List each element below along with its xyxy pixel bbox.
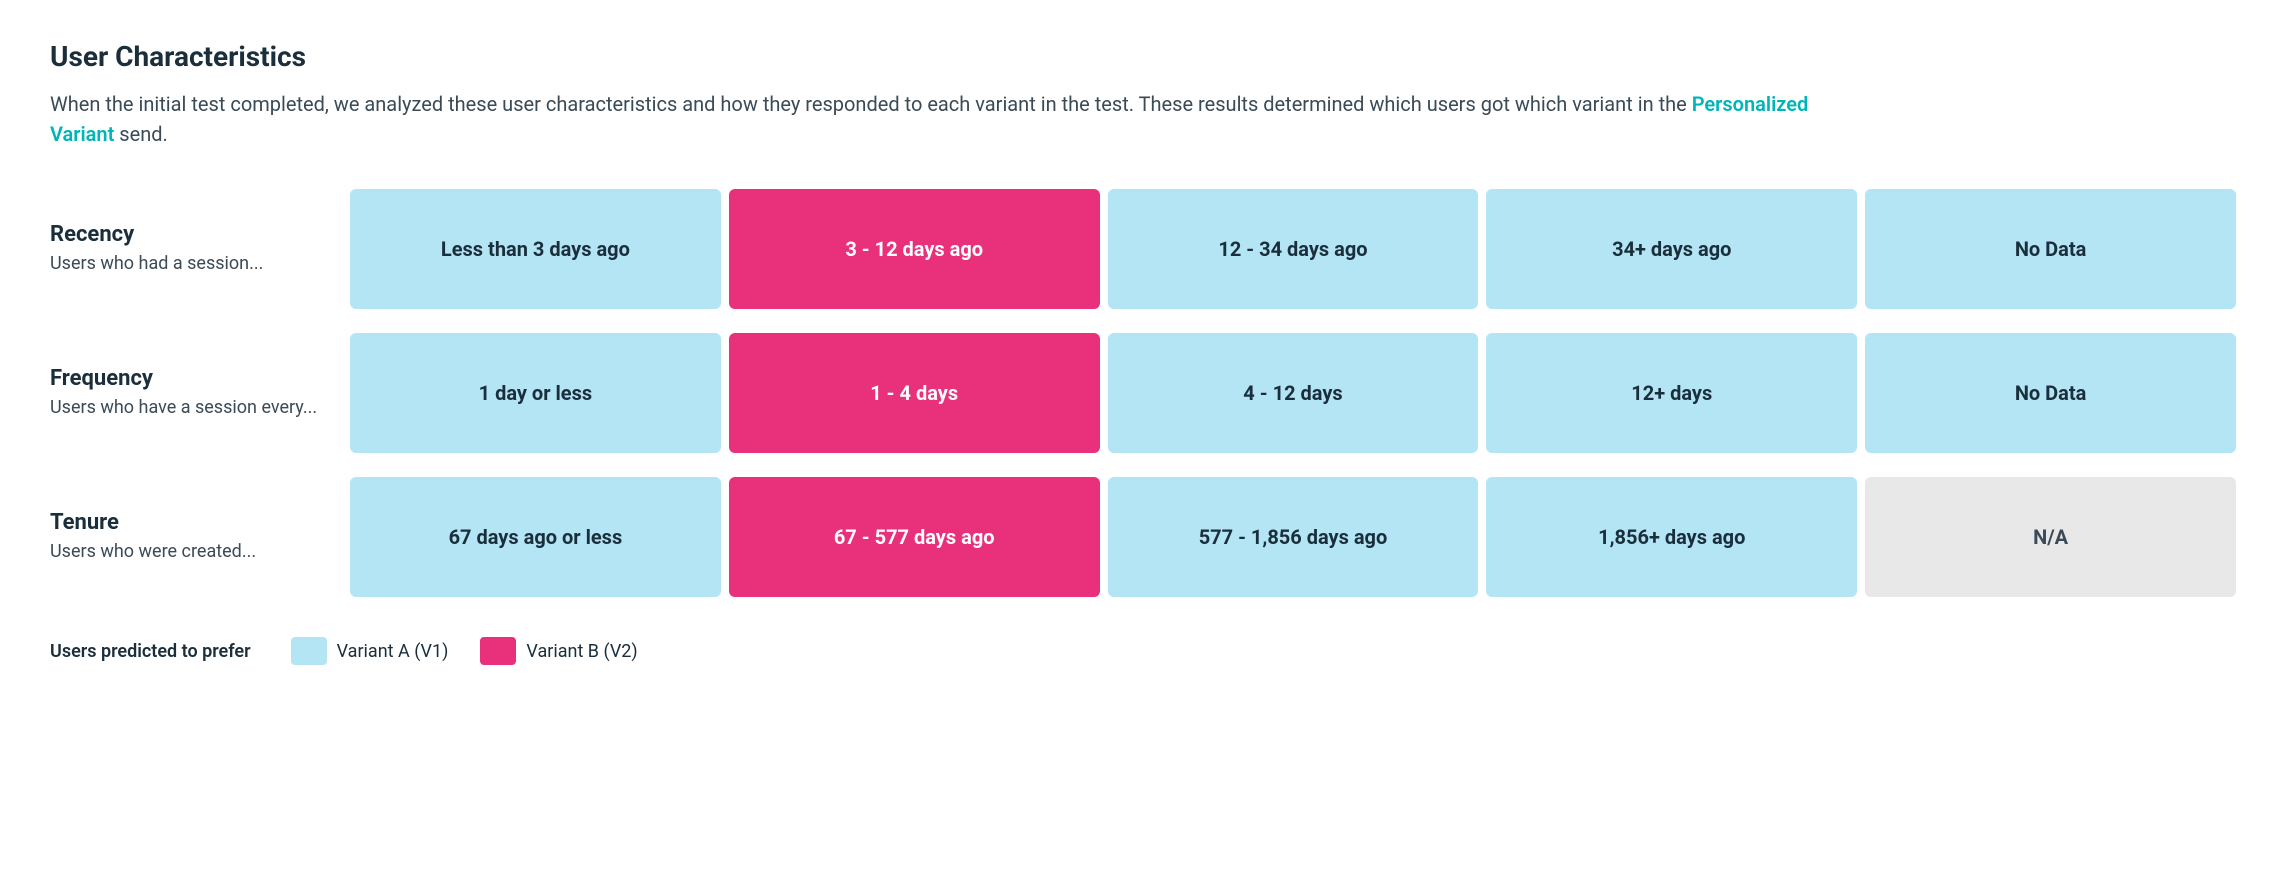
- cell-recency-1: 3 - 12 days ago: [729, 189, 1100, 309]
- cell-frequency-2: 4 - 12 days: [1108, 333, 1479, 453]
- label-title-frequency: Frequency: [50, 366, 320, 391]
- cell-frequency-3: 12+ days: [1486, 333, 1857, 453]
- cell-recency-4: No Data: [1865, 189, 2236, 309]
- description-text-1: When the initial test completed, we anal…: [50, 92, 1692, 116]
- characteristic-label-tenure: Tenure Users who were created...: [50, 510, 350, 564]
- cell-tenure-0: 67 days ago or less: [350, 477, 721, 597]
- characteristics-grid: Recency Users who had a session... Less th…: [50, 189, 2236, 597]
- legend: Users predicted to prefer Variant A (V1)…: [50, 637, 2236, 665]
- label-sub-tenure: Users who were created...: [50, 539, 320, 564]
- legend-swatch-variant-a: [291, 637, 327, 665]
- cell-recency-0: Less than 3 days ago: [350, 189, 721, 309]
- legend-label-variant-b: Variant B (V2): [526, 641, 637, 662]
- legend-item-variant-b: Variant B (V2): [480, 637, 637, 665]
- cells-container-recency: Less than 3 days ago3 - 12 days ago12 - …: [350, 189, 2236, 309]
- label-sub-recency: Users who had a session...: [50, 251, 320, 276]
- characteristic-label-recency: Recency Users who had a session...: [50, 222, 350, 276]
- label-title-tenure: Tenure: [50, 510, 320, 535]
- cell-tenure-1: 67 - 577 days ago: [729, 477, 1100, 597]
- legend-label-variant-a: Variant A (V1): [337, 641, 449, 662]
- page-description: When the initial test completed, we anal…: [50, 89, 1850, 149]
- label-sub-frequency: Users who have a session every...: [50, 395, 320, 420]
- legend-title: Users predicted to prefer: [50, 641, 251, 662]
- cell-tenure-3: 1,856+ days ago: [1486, 477, 1857, 597]
- cell-recency-2: 12 - 34 days ago: [1108, 189, 1479, 309]
- legend-swatch-variant-b: [480, 637, 516, 665]
- page-title: User Characteristics: [50, 40, 2236, 73]
- cells-container-frequency: 1 day or less1 - 4 days4 - 12 days12+ da…: [350, 333, 2236, 453]
- cell-recency-3: 34+ days ago: [1486, 189, 1857, 309]
- cell-frequency-0: 1 day or less: [350, 333, 721, 453]
- characteristic-label-frequency: Frequency Users who have a session every.…: [50, 366, 350, 420]
- label-title-recency: Recency: [50, 222, 320, 247]
- cell-tenure-4: N/A: [1865, 477, 2236, 597]
- legend-item-variant-a: Variant A (V1): [291, 637, 449, 665]
- description-text-2: send.: [114, 122, 168, 146]
- characteristic-row-tenure: Tenure Users who were created... 67 days a…: [50, 477, 2236, 597]
- cell-frequency-1: 1 - 4 days: [729, 333, 1100, 453]
- cells-container-tenure: 67 days ago or less67 - 577 days ago577 …: [350, 477, 2236, 597]
- characteristic-row-recency: Recency Users who had a session... Less th…: [50, 189, 2236, 309]
- cell-tenure-2: 577 - 1,856 days ago: [1108, 477, 1479, 597]
- cell-frequency-4: No Data: [1865, 333, 2236, 453]
- characteristic-row-frequency: Frequency Users who have a session every.…: [50, 333, 2236, 453]
